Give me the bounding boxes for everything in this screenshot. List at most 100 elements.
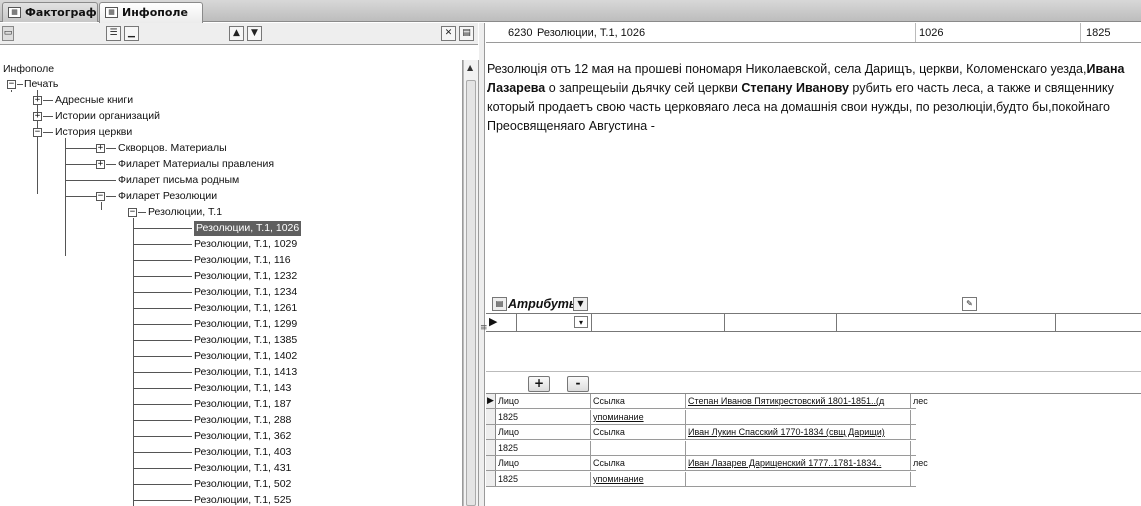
tree-item-filaret-materials[interactable]: Филарет Материалы правления: [118, 157, 274, 172]
tree-connector: [134, 324, 192, 325]
link-year: 1825: [496, 472, 591, 487]
expand-icon[interactable]: +: [33, 96, 42, 105]
tree-leaf-selected[interactable]: Резолюции, Т.1, 1026: [194, 221, 302, 236]
grid-line: [724, 313, 725, 331]
link-type: Лицо: [496, 394, 591, 409]
tree-connector: [134, 452, 192, 453]
remove-link-button[interactable]: -: [567, 376, 589, 392]
edit-icon[interactable]: [486, 23, 504, 42]
tree-leaf[interactable]: Резолюции, Т.1, 525: [194, 493, 291, 506]
link-mention[interactable]: упоминание: [591, 410, 686, 425]
tree-leaf[interactable]: Резолюции, Т.1, 403: [194, 445, 291, 460]
collapse-icon[interactable]: ▭: [2, 26, 14, 41]
text-name-bold: Степану Иванову: [741, 81, 849, 95]
link-person[interactable]: Степан Иванов Пятикрестовский 1801-1851.…: [686, 394, 911, 409]
collapse-icon[interactable]: −: [128, 208, 137, 217]
tree-leaf[interactable]: Резолюции, Т.1, 502: [194, 477, 291, 492]
tree-leaf[interactable]: Резолюции, Т.1, 1234: [194, 285, 297, 300]
tree-item-print[interactable]: Печать: [24, 77, 58, 92]
tree-connector: [43, 100, 53, 101]
grid-line: [516, 313, 517, 331]
tree-item-church-history[interactable]: История церкви: [55, 125, 132, 140]
tree-connector: [134, 244, 192, 245]
grid-line: [486, 331, 1141, 332]
grid-icon: ▦: [8, 7, 21, 18]
attributes-grid[interactable]: ▶ ▾: [486, 313, 1141, 372]
tree-connector: [106, 164, 116, 165]
tree-item-org-histories[interactable]: Истории организаций: [55, 109, 160, 124]
tree-connector: [106, 196, 116, 197]
tree-item-filaret-resolutions[interactable]: Филарет Резолюции: [118, 189, 217, 204]
tree-connector: [134, 292, 192, 293]
tree-leaf[interactable]: Резолюции, Т.1, 1402: [194, 349, 297, 364]
tree-connector: [134, 436, 192, 437]
record-id: 6230: [508, 27, 533, 39]
link-mention[interactable]: упоминание: [591, 472, 686, 487]
move-down-button[interactable]: ▼: [247, 26, 262, 41]
tab-infopole[interactable]: ▦ Инфополе: [99, 2, 203, 23]
text-part: Резолюція отъ 12 мая на прошеві пономаря…: [487, 62, 1087, 76]
expand-icon[interactable]: +: [96, 160, 105, 169]
tree-leaf[interactable]: Резолюции, Т.1, 1385: [194, 333, 297, 348]
tree-connector: [43, 116, 53, 117]
collapse-icon[interactable]: −: [33, 128, 42, 137]
save-button[interactable]: ▤: [459, 26, 474, 41]
tree-leaf[interactable]: Резолюции, Т.1, 143: [194, 381, 291, 396]
tree-leaf[interactable]: Резолюции, Т.1, 362: [194, 429, 291, 444]
minimize-button[interactable]: ▁: [124, 26, 139, 41]
collapse-icon[interactable]: −: [96, 192, 105, 201]
link-year: 1825: [496, 441, 591, 456]
add-link-button[interactable]: +: [528, 376, 550, 392]
attributes-down-button[interactable]: ▼: [573, 297, 588, 311]
tree-connector: [134, 484, 192, 485]
tree-connector: [101, 202, 102, 210]
tree-connector: [106, 148, 116, 149]
tree-leaf[interactable]: Резолюции, Т.1, 187: [194, 397, 291, 412]
tree-toolbar: ▭ ☰ ▁ ▲ ▼ ✕ ▤: [0, 23, 478, 45]
tree-leaf[interactable]: Резолюции, Т.1, 1232: [194, 269, 297, 284]
attributes-icon: ▤: [492, 297, 507, 311]
record-number: 1026: [916, 23, 1081, 42]
record-title: Резолюции, Т.1, 1026: [534, 23, 916, 42]
tree-item-resolutions-t1[interactable]: Резолюции, Т.1: [148, 205, 222, 220]
tree-leaf[interactable]: Резолюции, Т.1, 288: [194, 413, 291, 428]
link-mention[interactable]: [591, 441, 686, 456]
tab-factograph[interactable]: ▦ Фактограф: [2, 2, 98, 22]
link-row: Лицо Ссылка Иван Лукин Спасский 1770-1834 …: [486, 425, 916, 440]
list-view-button[interactable]: ☰: [106, 26, 121, 41]
tree-item-address-books[interactable]: Адресные книги: [55, 93, 133, 108]
tree-leaf[interactable]: Резолюции, Т.1, 1261: [194, 301, 297, 316]
link-person[interactable]: Иван Лукин Спасский 1770-1834 (свщ Дарищ…: [686, 425, 911, 440]
link-note: лес: [913, 396, 928, 406]
tree-leaf[interactable]: Резолюции, Т.1, 431: [194, 461, 291, 476]
tree-item-filaret-letters[interactable]: Филарет письма родным: [118, 173, 239, 188]
scroll-up-icon[interactable]: ▲: [467, 63, 473, 72]
record-year: 1825: [1086, 27, 1111, 39]
link-empty-cell: [686, 472, 911, 487]
tree-connector: [134, 308, 192, 309]
scroll-thumb[interactable]: [466, 80, 476, 506]
grid-line: [1055, 313, 1056, 331]
pencil-icon[interactable]: ✎: [962, 297, 977, 311]
expand-icon[interactable]: +: [33, 112, 42, 121]
tree-root[interactable]: Инфополе: [3, 62, 54, 77]
links-table: ▶ Лицо Ссылка Степан Иванов Пятикрестовский…: [486, 393, 1141, 506]
tree-leaf[interactable]: Резолюции, Т.1, 1029: [194, 237, 297, 252]
tree-item-skvortsov[interactable]: Скворцов. Материалы: [118, 141, 227, 156]
tree-leaf[interactable]: Резолюции, Т.1, 116: [194, 253, 291, 268]
link-type: Лицо: [496, 456, 591, 471]
tree-connector: [65, 138, 66, 256]
link-row-sub: 1825: [486, 441, 916, 456]
expand-icon[interactable]: +: [96, 144, 105, 153]
collapse-icon[interactable]: −: [7, 80, 16, 89]
delete-button[interactable]: ✕: [441, 26, 456, 41]
dropdown-button[interactable]: ▾: [574, 316, 588, 328]
pane-splitter[interactable]: ≡: [479, 23, 488, 506]
document-text[interactable]: Резолюція отъ 12 мая на прошеві пономаря…: [486, 60, 1141, 290]
link-person[interactable]: Иван Лазарев Дарищенский 1777..1781-1834…: [686, 456, 911, 471]
tree-leaf[interactable]: Резолюции, Т.1, 1413: [194, 365, 297, 380]
tree-connector: [134, 372, 192, 373]
move-up-button[interactable]: ▲: [229, 26, 244, 41]
tree-leaf[interactable]: Резолюции, Т.1, 1299: [194, 317, 297, 332]
tree-scrollbar[interactable]: ▲: [463, 60, 479, 506]
